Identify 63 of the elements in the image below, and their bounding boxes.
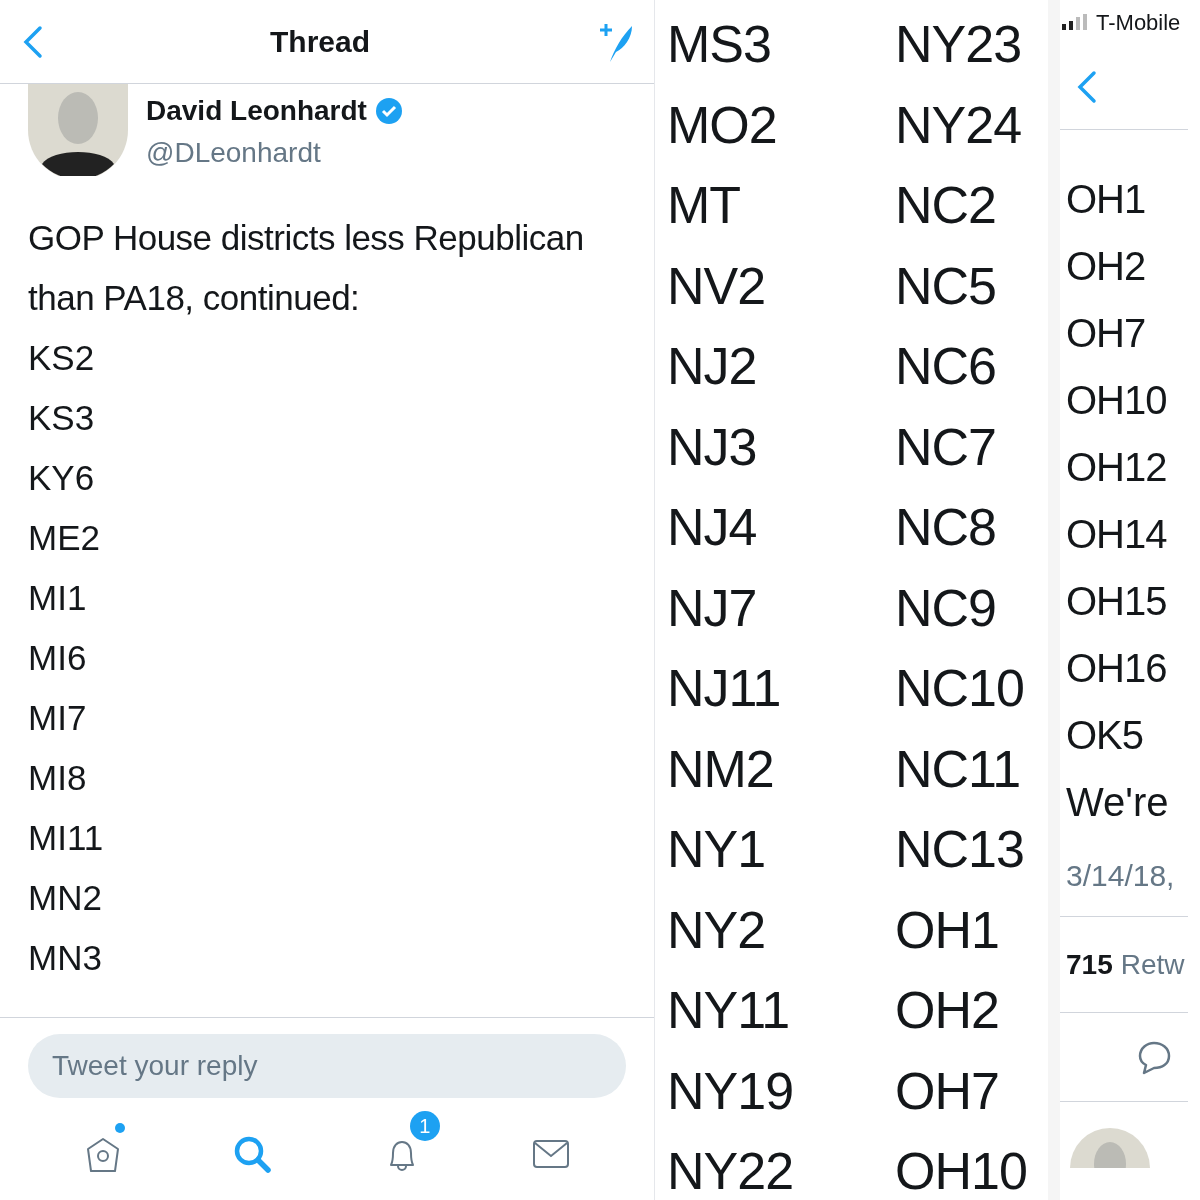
- district-line: NJ2: [667, 336, 758, 397]
- district-line: MN2: [28, 877, 103, 919]
- reply-field[interactable]: Tweet your reply: [28, 1034, 626, 1098]
- screen-title: Thread: [270, 24, 370, 60]
- author-name[interactable]: David Leonhardt: [146, 90, 367, 132]
- tweet-text: GOP House districts less Republican than PA18, continued:: [28, 217, 585, 319]
- district-line: MO2: [667, 94, 778, 156]
- district-line: NC10: [895, 658, 1025, 719]
- district-line: MI7: [28, 697, 88, 739]
- district-line: NY11: [667, 980, 791, 1041]
- district-line: MT: [667, 175, 742, 236]
- district-line: NJ7: [667, 577, 758, 639]
- signal-icon: [1062, 14, 1090, 30]
- district-line: NY24: [895, 94, 1023, 156]
- district-line: MI6: [28, 637, 88, 679]
- district-line: OH10: [1066, 377, 1168, 424]
- district-line: KS2: [28, 337, 96, 379]
- district-line: OH10: [895, 1141, 1028, 1200]
- district-line: NC6: [895, 336, 998, 397]
- retweet-count: 715: [1066, 947, 1113, 982]
- carrier-name: T-Mobile: [1096, 8, 1181, 37]
- district-line: NC2: [895, 175, 998, 236]
- district-line: NY22: [667, 1141, 795, 1200]
- district-line: OH2: [1066, 243, 1147, 290]
- district-line: OH7: [1066, 310, 1147, 357]
- notification-badge: 1: [409, 1111, 440, 1141]
- district-line: OH1: [895, 899, 1000, 961]
- district-line: OH1: [1066, 176, 1147, 223]
- district-line: NC8: [895, 497, 998, 558]
- tweet-timestamp: 3/14/18,: [1066, 858, 1176, 894]
- tab-button[interactable]: 1: [361, 1111, 442, 1187]
- author-handle[interactable]: @DLeonhardt: [146, 132, 403, 174]
- district-line: NV2: [667, 255, 767, 317]
- district-line: OH2: [895, 980, 1000, 1041]
- district-line: KY6: [28, 457, 96, 499]
- district-line: NC9: [895, 577, 998, 639]
- district-line: NJ11: [667, 658, 782, 719]
- district-line: OH16: [1066, 645, 1168, 692]
- district-line: OH7: [895, 1060, 1000, 1122]
- district-line: MI11: [28, 817, 105, 859]
- district-line: NC5: [895, 255, 998, 317]
- district-line: NM2: [667, 738, 775, 800]
- district-line: OH14: [1066, 511, 1168, 558]
- district-line: KS3: [28, 397, 96, 439]
- district-line: MN3: [28, 937, 103, 979]
- district-line: NC7: [895, 416, 998, 478]
- district-line: NY19: [667, 1060, 795, 1122]
- retweet-label[interactable]: Retw: [1120, 943, 1185, 986]
- district-line: NC13: [895, 819, 1025, 880]
- district-line: NY23: [895, 14, 1023, 75]
- district-line: MS3: [667, 14, 772, 75]
- district-line: MI8: [28, 757, 88, 799]
- district-line: OH12: [1066, 444, 1168, 491]
- district-line: ME2: [28, 517, 101, 559]
- district-line: MI1: [28, 577, 88, 619]
- district-line: OH15: [1066, 578, 1168, 625]
- tweet-text: We're: [1066, 779, 1170, 826]
- district-line: OK5: [1066, 712, 1145, 759]
- district-line: NJ3: [667, 416, 758, 478]
- district-line: NY1: [667, 819, 767, 880]
- district-line: NY2: [667, 899, 767, 961]
- district-line: NJ4: [667, 497, 758, 558]
- district-line: NC11: [895, 738, 1022, 800]
